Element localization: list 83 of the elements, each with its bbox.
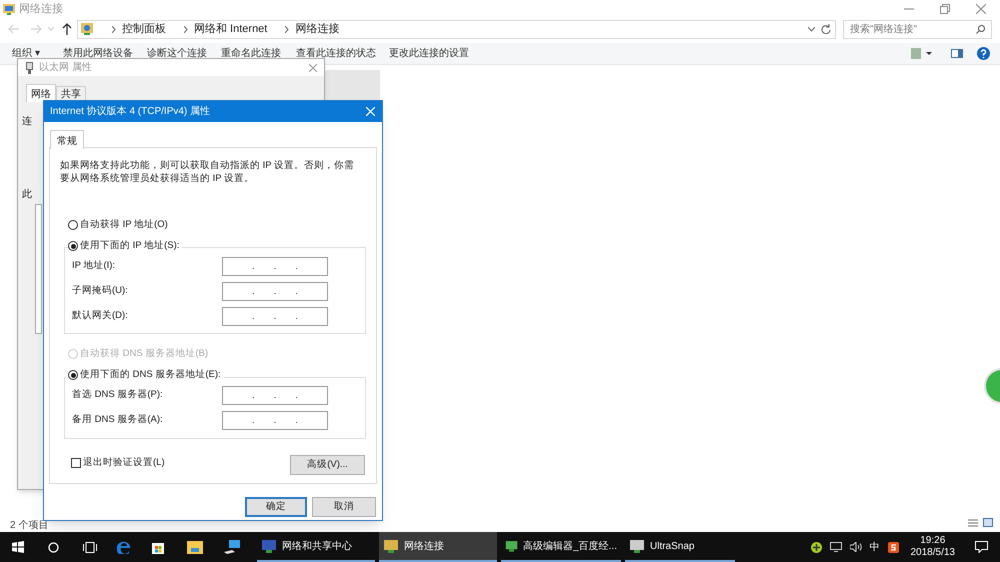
large-icons-view-icon[interactable] [983, 518, 993, 527]
ip-address-field[interactable]: . . . [222, 257, 328, 276]
speaker-icon[interactable] [850, 542, 862, 552]
sogou-icon[interactable] [888, 542, 898, 552]
toolbar-button[interactable]: 重命名此连接 [221, 46, 281, 61]
dialog-button[interactable]: 高级(V)... [290, 455, 365, 475]
toolbar-button[interactable]: 禁用此网络设备 [63, 46, 133, 61]
ip-address-field[interactable]: . . . [222, 307, 328, 326]
taskbar-app[interactable]: 网络和共享中心 [257, 532, 375, 562]
notification-icon[interactable] [975, 541, 988, 553]
breadcrumb-item[interactable]: 网络连接 [295, 20, 340, 38]
dialog-button[interactable]: 取消 [312, 497, 376, 517]
radio-label: 自动获得 IP 地址(O) [80, 218, 168, 232]
app-icon [261, 539, 277, 553]
chevron-right-icon [184, 26, 188, 32]
ip-address-field[interactable]: . . . [222, 411, 328, 430]
chevron-down-icon[interactable] [808, 26, 815, 32]
field-label: 首选 DNS 服务器(P): [72, 388, 163, 402]
restore-icon[interactable] [940, 4, 950, 14]
breadcrumb-item[interactable]: 网络和 Internet [194, 20, 268, 38]
chevron-right-icon [285, 26, 290, 32]
change-view-icon[interactable] [911, 48, 933, 59]
ip-address-field[interactable]: . . . [222, 282, 328, 301]
dialog-title: Internet 协议版本 4 (TCP/IPv4) 属性 [50, 104, 210, 119]
windows-logo-icon[interactable] [12, 541, 24, 553]
preview-pane-icon[interactable] [951, 49, 963, 58]
radio-button[interactable] [68, 241, 78, 252]
radio-label: 自动获得 DNS 服务器地址(B) [80, 347, 208, 361]
search-circle-icon[interactable] [48, 542, 59, 552]
input-method-indicator[interactable]: 中 [870, 540, 880, 554]
address-bar[interactable]: 控制面板 网络和 Internet 网络连接 [77, 20, 836, 38]
field-label: IP 地址(I): [72, 259, 116, 274]
search-icon [976, 24, 985, 34]
app-icon [383, 539, 399, 553]
taskbar-app[interactable]: 网络连接 [379, 532, 497, 562]
dialog-title: 以太网 属性 [39, 60, 92, 75]
ip-address-field[interactable]: . . . [222, 386, 328, 405]
close-icon[interactable] [309, 64, 317, 72]
floating-widget-icon[interactable] [984, 368, 1000, 404]
store-bag-icon[interactable] [151, 540, 165, 554]
up-arrow-icon[interactable] [62, 23, 72, 35]
help-icon[interactable] [977, 47, 990, 60]
checkbox[interactable] [71, 458, 81, 468]
chevron-right-icon [112, 26, 116, 32]
app-icon [629, 539, 645, 553]
clock-time[interactable]: 19:26 [920, 535, 946, 547]
field-label: 默认网关(D): [72, 309, 128, 324]
clock-date[interactable]: 2018/5/13 [910, 547, 955, 559]
search-field[interactable]: 搜索"网络连接" [843, 20, 992, 38]
network-folder-icon [2, 2, 16, 16]
description-text: 如果网络支持此功能，则可以获取自动指派的 IP 设置。否则，你需要从网络系统管理员处获得适当的 IP 设置。 [60, 159, 356, 185]
toolbar-button[interactable]: 查看此连接的状态 [296, 46, 376, 61]
taskbar-app[interactable]: 高级编辑器_百度经... [501, 532, 621, 562]
section-label: 此 [22, 188, 32, 202]
tray-app-icon[interactable] [810, 542, 822, 552]
tab[interactable]: 常规 [50, 130, 84, 149]
radio-label: 使用下面的 DNS 服务器地址(E): [80, 368, 221, 382]
radio-button[interactable] [68, 370, 78, 380]
toolbar-button[interactable]: 诊断这个连接 [147, 46, 207, 61]
window-title: 网络连接 [19, 2, 63, 17]
refresh-icon[interactable] [821, 24, 831, 34]
radio-label: 使用下面的 IP 地址(S): [80, 239, 180, 253]
details-view-icon[interactable] [968, 519, 978, 527]
breadcrumb-item[interactable]: 控制面板 [122, 20, 166, 38]
control-panel-icon [80, 22, 94, 36]
computer-icon[interactable] [223, 540, 241, 554]
field-label: 备用 DNS 服务器(A): [72, 413, 163, 428]
toolbar-button[interactable]: 更改此连接的设置 [389, 46, 469, 61]
task-view-icon[interactable] [83, 542, 97, 552]
app-icon [505, 539, 518, 553]
section-label: 连 [22, 115, 32, 129]
ethernet-icon [26, 62, 33, 74]
taskbar-app[interactable]: UltraSnap [625, 532, 735, 562]
checkbox-label: 退出时验证设置(L) [83, 456, 165, 470]
dialog-button[interactable]: 确定 [245, 497, 307, 517]
field-label: 子网掩码(U): [72, 284, 128, 298]
radio-button[interactable] [68, 220, 78, 230]
edge-browser-icon[interactable] [117, 540, 131, 554]
tab[interactable]: 网络 [26, 84, 56, 102]
close-icon[interactable] [976, 4, 986, 14]
folder-icon[interactable] [187, 540, 203, 554]
toolbar-button[interactable]: 组织 ▾ [12, 46, 40, 61]
network-icon[interactable] [830, 542, 842, 552]
